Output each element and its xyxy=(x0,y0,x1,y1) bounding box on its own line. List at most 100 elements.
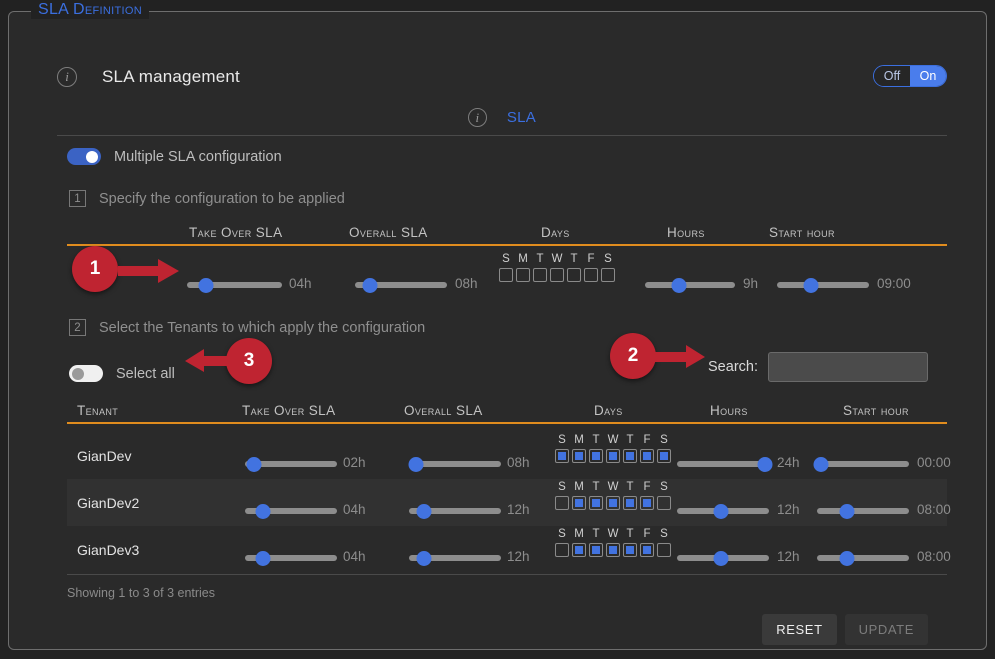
slider-thumb[interactable] xyxy=(671,277,687,293)
reset-button[interactable]: RESET xyxy=(762,614,837,645)
day-checkbox-0[interactable] xyxy=(555,496,569,510)
tenant-start-hour-slider[interactable] xyxy=(817,549,909,567)
day-checkbox-4[interactable] xyxy=(623,449,637,463)
day-checkboxes[interactable] xyxy=(499,268,615,282)
slider-track[interactable] xyxy=(677,461,769,467)
config-take-over-slider[interactable] xyxy=(187,276,282,294)
day-checkbox-2[interactable] xyxy=(533,268,547,282)
day-labels: SMTWTFS xyxy=(555,434,671,446)
tenant-overall-slider[interactable] xyxy=(409,549,501,567)
day-checkbox-1[interactable] xyxy=(572,543,586,557)
day-checkbox-2[interactable] xyxy=(589,496,603,510)
day-checkbox-6[interactable] xyxy=(657,543,671,557)
config-overall-slider[interactable] xyxy=(355,276,447,294)
slider-thumb[interactable] xyxy=(803,277,819,293)
day-checkbox-4[interactable] xyxy=(567,268,581,282)
tab-sla-label[interactable]: SLA xyxy=(507,109,536,126)
config-row: 04h 08h S M T W T F S 9h 09:00 xyxy=(67,250,947,306)
slider-thumb[interactable] xyxy=(198,277,214,293)
tenant-take-over-slider[interactable] xyxy=(245,549,337,567)
config-hours-slider[interactable] xyxy=(645,276,735,294)
day-checkbox-4[interactable] xyxy=(623,543,637,557)
table-bottom-rule xyxy=(67,574,947,575)
day-checkbox-3[interactable] xyxy=(606,449,620,463)
slider-track[interactable] xyxy=(645,282,735,288)
slider-thumb[interactable] xyxy=(813,456,829,472)
day-checkbox-2[interactable] xyxy=(589,543,603,557)
table-row[interactable]: GianDev2 04h 12h S M T W T F S 12h 08:00 xyxy=(67,479,951,526)
slider-thumb[interactable] xyxy=(416,503,432,519)
table-row[interactable]: GianDev3 04h 12h S M T W T F S 12h 08:00 xyxy=(67,526,951,573)
day-checkboxes[interactable] xyxy=(555,449,671,463)
slider-thumb[interactable] xyxy=(246,456,262,472)
day-checkbox-5[interactable] xyxy=(640,543,654,557)
slider-track[interactable] xyxy=(777,282,869,288)
day-checkbox-6[interactable] xyxy=(657,449,671,463)
toggle-on-label[interactable]: On xyxy=(910,66,946,86)
day-checkboxes[interactable] xyxy=(555,496,671,510)
info-icon[interactable]: i xyxy=(467,108,487,127)
slider-thumb[interactable] xyxy=(757,456,773,472)
day-checkbox-1[interactable] xyxy=(572,496,586,510)
select-all-switch[interactable] xyxy=(69,365,103,382)
day-checkbox-4[interactable] xyxy=(623,496,637,510)
annotation-2-badge: 2 xyxy=(610,333,656,379)
day-label-4: T xyxy=(626,481,634,493)
slider-thumb[interactable] xyxy=(839,550,855,566)
day-checkbox-3[interactable] xyxy=(606,496,620,510)
slider-thumb[interactable] xyxy=(255,503,271,519)
day-checkbox-3[interactable] xyxy=(550,268,564,282)
sla-onoff-toggle[interactable]: Off On xyxy=(873,65,947,87)
tenant-start-hour-value: 08:00 xyxy=(917,549,951,564)
multiple-sla-switch[interactable] xyxy=(67,148,101,165)
config-column-headers: Take Over SLA Overall SLA Days Hours Sta… xyxy=(67,218,947,246)
tenant-start-hour-slider[interactable] xyxy=(813,455,909,473)
day-checkbox-0[interactable] xyxy=(555,543,569,557)
annotation-1-badge: 1 xyxy=(72,246,118,292)
tenant-start-hour-slider[interactable] xyxy=(817,502,909,520)
slider-track[interactable] xyxy=(817,555,909,561)
day-checkbox-5[interactable] xyxy=(640,496,654,510)
slider-track[interactable] xyxy=(817,461,909,467)
day-checkbox-1[interactable] xyxy=(572,449,586,463)
table-row[interactable]: GianDev 02h 08h S M T W T F S 24h 00:00 xyxy=(67,432,951,479)
tenant-hours-slider[interactable] xyxy=(677,549,769,567)
config-days: SMTWTFS xyxy=(499,253,615,282)
page-title: SLA management xyxy=(102,67,240,86)
day-checkbox-0[interactable] xyxy=(555,449,569,463)
slider-thumb[interactable] xyxy=(713,503,729,519)
day-checkbox-6[interactable] xyxy=(657,496,671,510)
slider-thumb[interactable] xyxy=(362,277,378,293)
tenant-hours-slider[interactable] xyxy=(677,502,769,520)
slider-thumb[interactable] xyxy=(839,503,855,519)
day-checkbox-6[interactable] xyxy=(601,268,615,282)
info-icon[interactable]: i xyxy=(57,67,77,87)
config-hours-value: 9h xyxy=(743,276,759,291)
day-checkbox-3[interactable] xyxy=(606,543,620,557)
slider-thumb[interactable] xyxy=(255,550,271,566)
slider-track[interactable] xyxy=(817,508,909,514)
day-labels: SMTWTFS xyxy=(555,481,671,493)
day-checkbox-5[interactable] xyxy=(640,449,654,463)
day-label-6: S xyxy=(604,253,612,265)
tenant-name: GianDev3 xyxy=(77,542,140,558)
tenant-hours-slider[interactable] xyxy=(677,455,773,473)
step-1: 1 Specify the configuration to be applie… xyxy=(69,190,345,207)
slider-thumb[interactable] xyxy=(416,550,432,566)
day-checkbox-1[interactable] xyxy=(516,268,530,282)
toggle-off-label[interactable]: Off xyxy=(874,66,910,86)
tab-sla[interactable]: i SLA xyxy=(57,100,947,136)
day-checkbox-0[interactable] xyxy=(499,268,513,282)
slider-thumb[interactable] xyxy=(713,550,729,566)
day-checkboxes[interactable] xyxy=(555,543,671,557)
slider-thumb[interactable] xyxy=(408,456,424,472)
day-checkbox-2[interactable] xyxy=(589,449,603,463)
tenant-overall-slider[interactable] xyxy=(409,502,501,520)
tenant-take-over-slider[interactable] xyxy=(245,502,337,520)
config-start-hour-slider[interactable] xyxy=(777,276,869,294)
tenant-name: GianDev2 xyxy=(77,495,140,511)
tenant-overall-slider[interactable] xyxy=(408,455,501,473)
day-checkbox-5[interactable] xyxy=(584,268,598,282)
tenant-take-over-slider[interactable] xyxy=(245,455,337,473)
search-input[interactable] xyxy=(768,352,928,382)
